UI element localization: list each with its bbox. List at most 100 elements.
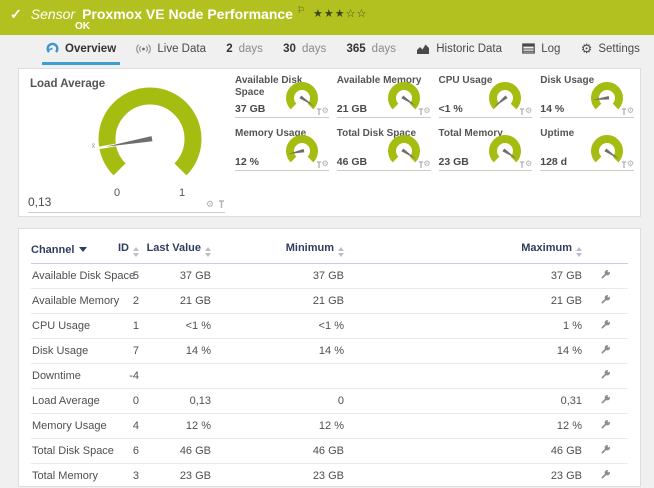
tab-label: Log: [541, 43, 560, 55]
tab-30-days[interactable]: 30 days: [279, 35, 330, 65]
wrench-icon[interactable]: [599, 343, 612, 356]
column-header-minimum[interactable]: Minimum: [211, 235, 344, 264]
mini-gauge-footer: <1 %⚙: [439, 103, 533, 118]
gauge-icon: [46, 42, 59, 55]
cell-channel: Available Memory: [31, 289, 87, 314]
gauge-cell-icons: ⚙: [525, 160, 532, 168]
cell-settings: [582, 339, 628, 364]
wrench-icon[interactable]: [599, 468, 612, 481]
table-row[interactable]: Available Memory221 GB21 GB21 GB: [31, 289, 628, 314]
table-row[interactable]: Available Disk Space537 GB37 GB37 GB: [31, 264, 628, 289]
pin-icon[interactable]: [519, 108, 525, 116]
sensor-title: Proxmox VE Node Performance: [82, 6, 293, 22]
column-header-id[interactable]: ID: [87, 235, 139, 264]
cell-settings: [582, 414, 628, 439]
pin-icon[interactable]: [621, 108, 627, 116]
pin-icon[interactable]: [316, 108, 322, 116]
cell-settings: [582, 314, 628, 339]
stars-filled: ★★★: [313, 8, 346, 20]
wrench-icon[interactable]: [599, 318, 612, 331]
channel-settings-gear-icon[interactable]: ⚙: [423, 107, 430, 115]
log-list-icon: [522, 43, 535, 54]
channel-settings-gear-icon[interactable]: ⚙: [322, 160, 329, 168]
tab-overview[interactable]: Overview: [42, 35, 120, 65]
sort-caret-icon: [79, 247, 87, 252]
cell-last-value: 23 GB: [139, 464, 211, 488]
cell-minimum: 23 GB: [211, 464, 344, 488]
table-row[interactable]: Downtime-4: [31, 364, 628, 389]
gauge-cell-icons: ⚙: [423, 107, 430, 115]
channel-settings-gear-icon[interactable]: ⚙: [206, 200, 214, 209]
mini-gauge-footer: 46 GB⚙: [337, 156, 431, 171]
priority-flag-icon[interactable]: ⚐: [297, 5, 305, 15]
pin-icon[interactable]: [418, 161, 424, 169]
channel-settings-gear-icon[interactable]: ⚙: [525, 107, 532, 115]
table-row[interactable]: Memory Usage412 %12 %12 %: [31, 414, 628, 439]
cell-maximum: 14 %: [344, 339, 582, 364]
column-header-channel[interactable]: Channel: [31, 235, 87, 264]
area-chart-icon: [416, 43, 430, 55]
mini-gauge-footer: 37 GB⚙: [235, 103, 329, 118]
wrench-icon[interactable]: [599, 393, 612, 406]
cell-last-value: [139, 364, 211, 389]
tab-label: days: [302, 43, 326, 55]
mini-gauge-cell: CPU Usage<1 %⚙: [439, 74, 535, 118]
table-row[interactable]: Total Disk Space646 GB46 GB46 GB: [31, 439, 628, 464]
channel-settings-gear-icon[interactable]: ⚙: [525, 160, 532, 168]
tab-historic-data[interactable]: Historic Data: [412, 35, 506, 65]
tab-live-data[interactable]: Live Data: [132, 35, 210, 65]
channel-settings-gear-icon[interactable]: ⚙: [627, 107, 634, 115]
channel-settings-gear-icon[interactable]: ⚙: [423, 160, 430, 168]
cell-channel: Disk Usage: [31, 339, 87, 364]
gauge-cell-icons: ⚙: [627, 160, 634, 168]
cell-last-value: <1 %: [139, 314, 211, 339]
favorite-star-rating[interactable]: ★★★☆☆: [313, 8, 367, 20]
mini-gauge-value: 23 GB: [439, 156, 469, 168]
cell-minimum: 12 %: [211, 414, 344, 439]
channel-settings-gear-icon[interactable]: ⚙: [627, 160, 634, 168]
wrench-icon[interactable]: [599, 293, 612, 306]
tab-label: days: [372, 43, 396, 55]
column-header-last-value[interactable]: Last Value: [139, 235, 211, 264]
cell-maximum: 12 %: [344, 414, 582, 439]
pin-icon[interactable]: [316, 161, 322, 169]
wrench-icon[interactable]: [599, 418, 612, 431]
cell-last-value: 46 GB: [139, 439, 211, 464]
tab-label: Overview: [65, 43, 116, 55]
tab-label-number: 2: [226, 43, 232, 55]
cell-channel: Memory Usage: [31, 414, 87, 439]
table-row[interactable]: Total Memory323 GB23 GB23 GB: [31, 464, 628, 488]
wrench-icon[interactable]: [599, 443, 612, 456]
wrench-icon[interactable]: [599, 268, 612, 281]
cell-maximum: 1 %: [344, 314, 582, 339]
tab-label: days: [239, 43, 263, 55]
tab-settings[interactable]: ⚙ Settings: [577, 35, 644, 65]
mini-gauge-cell: Total Disk Space46 GB⚙: [337, 127, 433, 171]
table-row[interactable]: Disk Usage714 %14 %14 %: [31, 339, 628, 364]
wrench-icon[interactable]: [599, 368, 612, 381]
svg-text:x̄: x̄: [92, 143, 96, 150]
pin-icon[interactable]: [519, 161, 525, 169]
table-row[interactable]: Load Average00,1300,31: [31, 389, 628, 414]
tab-log[interactable]: Log: [518, 35, 564, 65]
cell-maximum: 0,31: [344, 389, 582, 414]
cell-settings: [582, 439, 628, 464]
tab-label: Settings: [598, 43, 640, 55]
cell-last-value: 21 GB: [139, 289, 211, 314]
table-row[interactable]: CPU Usage1<1 %<1 %1 %: [31, 314, 628, 339]
cell-minimum: 46 GB: [211, 439, 344, 464]
cell-maximum: 21 GB: [344, 289, 582, 314]
gauge-cell-icons: ⚙: [627, 107, 634, 115]
pin-icon[interactable]: [218, 200, 225, 209]
channel-settings-gear-icon[interactable]: ⚙: [322, 107, 329, 115]
cell-channel: Load Average: [31, 389, 87, 414]
mini-gauges-grid: Available Disk Space37 GB⚙Available Memo…: [232, 69, 640, 216]
tab-2-days[interactable]: 2 days: [222, 35, 267, 65]
tab-365-days[interactable]: 365 days: [342, 35, 399, 65]
main-gauge-value: 0,13: [28, 195, 51, 209]
pin-icon[interactable]: [418, 108, 424, 116]
pin-icon[interactable]: [621, 161, 627, 169]
column-header-maximum[interactable]: Maximum: [344, 235, 582, 264]
mini-gauge-cell: Uptime128 d⚙: [540, 127, 636, 171]
cell-settings: [582, 364, 628, 389]
